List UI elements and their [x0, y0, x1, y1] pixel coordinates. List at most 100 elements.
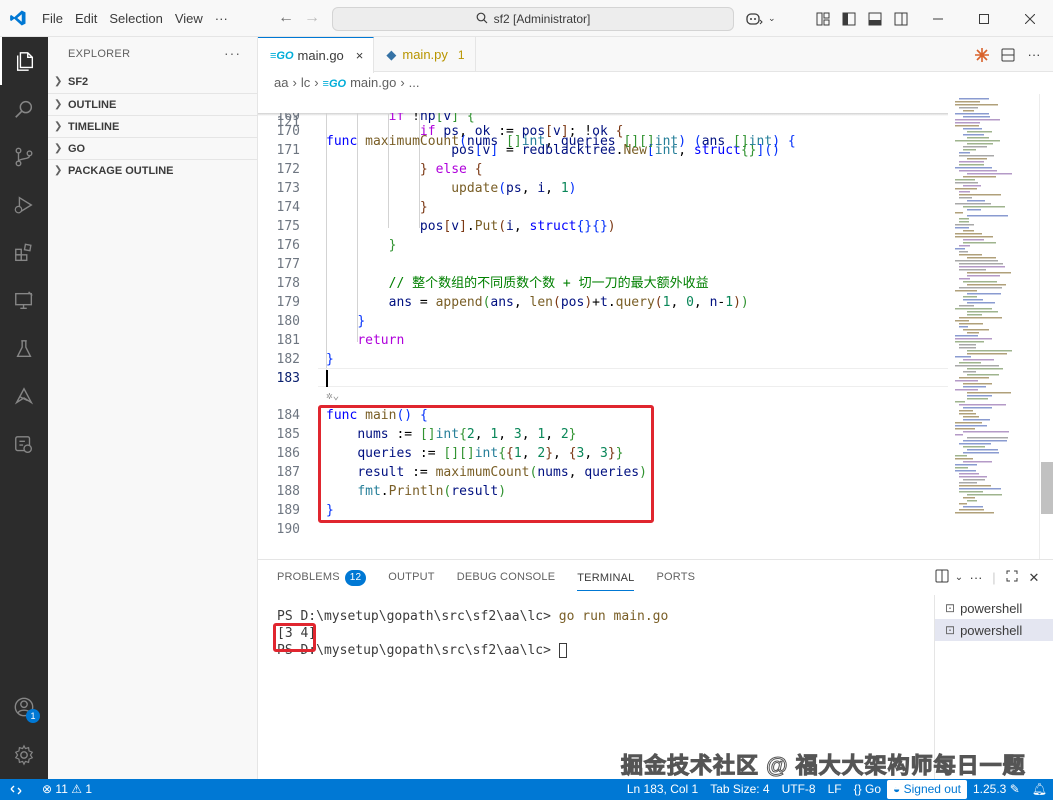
remote-explorer-icon[interactable] — [0, 277, 48, 325]
customize-layout-icon[interactable] — [810, 6, 836, 32]
minimap-line — [959, 278, 970, 280]
explorer-icon[interactable] — [0, 37, 48, 85]
language-label: Go — [864, 782, 881, 796]
tab-output[interactable]: OUTPUT — [388, 560, 434, 595]
forward-arrow-icon[interactable]: → — [300, 9, 324, 27]
problems-status[interactable]: ⊗ 11 ⚠ 1 — [36, 779, 98, 800]
tab-main-py[interactable]: ◆ main.py 1 — [374, 37, 476, 72]
breadcrumb-item[interactable]: ... — [409, 75, 420, 90]
minimap-line — [967, 398, 988, 400]
language-mode[interactable]: {} Go — [848, 779, 887, 800]
section-go[interactable]: ❯ GO — [48, 137, 257, 159]
encoding[interactable]: UTF-8 — [776, 779, 822, 800]
breadcrumb-item[interactable]: main.go — [350, 75, 396, 90]
chevron-right-icon: › — [314, 75, 319, 90]
minimap-line — [967, 353, 1007, 355]
menu-file[interactable]: File — [36, 0, 69, 37]
chevron-down-icon[interactable]: ⌄ — [953, 572, 965, 583]
toggle-secondary-sidebar-icon[interactable] — [888, 6, 914, 32]
section-package-outline[interactable]: ❯ PACKAGE OUTLINE — [48, 159, 257, 181]
tab-terminal[interactable]: TERMINAL — [577, 567, 635, 591]
menu-view[interactable]: View — [169, 0, 209, 37]
code-line[interactable]: 178 // 整个数组的不同质数个数 + 切一刀的最大额外收益 — [258, 274, 948, 293]
maximize-panel-icon[interactable] — [1001, 570, 1023, 585]
terminal-item-selected[interactable]: ⊡ powershell — [935, 619, 1053, 641]
section-sf2[interactable]: ❯ SF2 — [48, 71, 257, 93]
code-line[interactable]: 174 } — [258, 198, 948, 217]
sticky-scroll-line[interactable]: 121 func maximumCount(nums []int, querie… — [258, 94, 948, 149]
code-line[interactable]: 172 } else { — [258, 160, 948, 179]
cursor-position[interactable]: Ln 183, Col 1 — [621, 779, 704, 800]
codelens-sparkle-icon[interactable]: ✲⌄ — [326, 389, 339, 402]
code-line[interactable]: 177 — [258, 255, 948, 274]
line-number: 175 — [276, 219, 300, 234]
scrollbar-thumb[interactable] — [1041, 462, 1053, 514]
menu-more-button[interactable]: ··· — [209, 0, 234, 37]
tab-problems[interactable]: PROBLEMS 12 — [277, 560, 367, 595]
code-line[interactable]: 179 ans = append(ans, len(pos)+t.query(1… — [258, 293, 948, 312]
close-panel-icon[interactable]: ✕ — [1023, 570, 1045, 586]
copilot-icon[interactable] — [742, 6, 768, 32]
code-editor[interactable]: 121 func maximumCount(nums []int, querie… — [258, 94, 948, 559]
end-of-line[interactable]: LF — [822, 779, 848, 800]
testing-icon[interactable] — [0, 325, 48, 373]
bottom-panel: PROBLEMS 12 OUTPUT DEBUG CONSOLE TERMINAL… — [258, 559, 1053, 780]
tab-main-go[interactable]: ≡GO main.go × — [258, 37, 375, 73]
accounts-icon[interactable]: 1 — [0, 683, 48, 731]
code-line[interactable]: 175 pos[v].Put(i, struct{}{}) — [258, 217, 948, 236]
maximize-button[interactable] — [961, 0, 1007, 37]
search-icon[interactable] — [0, 85, 48, 133]
section-outline[interactable]: ❯ OUTLINE — [48, 93, 257, 115]
editor-scrollbar[interactable] — [1039, 94, 1053, 559]
menu-edit[interactable]: Edit — [69, 0, 103, 37]
close-window-button[interactable] — [1007, 0, 1053, 37]
tab-size[interactable]: Tab Size: 4 — [704, 779, 775, 800]
go-version[interactable]: 1.25.3 ✎ — [967, 779, 1026, 800]
minimap[interactable] — [953, 94, 1038, 559]
minimap-line — [955, 467, 968, 469]
run-debug-icon[interactable] — [0, 181, 48, 229]
remote-indicator-icon[interactable] — [0, 779, 32, 800]
minimap-line — [955, 227, 969, 229]
code-line[interactable]: 182} — [258, 350, 948, 369]
signed-out-status[interactable]: ◒ Signed out — [887, 780, 967, 799]
back-arrow-icon[interactable]: ← — [274, 9, 298, 27]
minimap-line — [963, 452, 999, 454]
tab-debug-console[interactable]: DEBUG CONSOLE — [457, 560, 556, 595]
code-line[interactable]: 173 update(ps, i, 1) — [258, 179, 948, 198]
breadcrumb-item[interactable]: aa — [274, 75, 288, 90]
terminal-item[interactable]: ⊡ powershell — [935, 597, 1053, 619]
toggle-panel-icon[interactable] — [862, 6, 888, 32]
menu-selection[interactable]: Selection — [103, 0, 168, 37]
extensions-icon[interactable] — [0, 229, 48, 277]
code-line[interactable]: 181 return — [258, 331, 948, 350]
minimap-line — [967, 392, 1011, 394]
section-timeline[interactable]: ❯ TIMELINE — [48, 115, 257, 137]
copilot-agent-icon[interactable] — [0, 373, 48, 421]
notifications-bell-icon[interactable]: 🔔︎ — [1026, 779, 1053, 800]
chevron-down-icon[interactable]: ⌄ — [768, 13, 776, 24]
copilot-sparkle-icon[interactable] — [969, 42, 995, 68]
minimap-line — [955, 422, 982, 424]
docker-containers-icon[interactable] — [0, 421, 48, 469]
split-terminal-icon[interactable] — [931, 569, 953, 586]
settings-gear-icon[interactable] — [0, 731, 48, 779]
breadcrumb-item[interactable]: lc — [301, 75, 310, 90]
close-icon[interactable]: × — [356, 48, 364, 63]
split-editor-icon[interactable] — [995, 42, 1021, 68]
code-line[interactable]: 176 } — [258, 236, 948, 255]
sidebar-more-button[interactable]: ··· — [224, 45, 241, 61]
command-center-search[interactable]: sf2 [Administrator] — [332, 7, 734, 31]
code-line[interactable]: 180 } — [258, 312, 948, 331]
minimize-button[interactable] — [915, 0, 961, 37]
editor-tabs: ≡GO main.go × ◆ main.py 1 ··· — [258, 37, 1053, 73]
terminal-output[interactable]: PS D:\mysetup\gopath\src\sf2\aa\lc> go r… — [277, 608, 668, 659]
more-actions-icon[interactable]: ··· — [965, 570, 987, 585]
code-line-current[interactable]: 183 — [258, 369, 948, 388]
toggle-sidebar-icon[interactable] — [836, 6, 862, 32]
minimap-line — [967, 257, 996, 259]
tab-ports[interactable]: PORTS — [656, 560, 695, 595]
tab-label: PROBLEMS — [277, 571, 340, 583]
more-actions-icon[interactable]: ··· — [1021, 42, 1047, 68]
source-control-icon[interactable] — [0, 133, 48, 181]
